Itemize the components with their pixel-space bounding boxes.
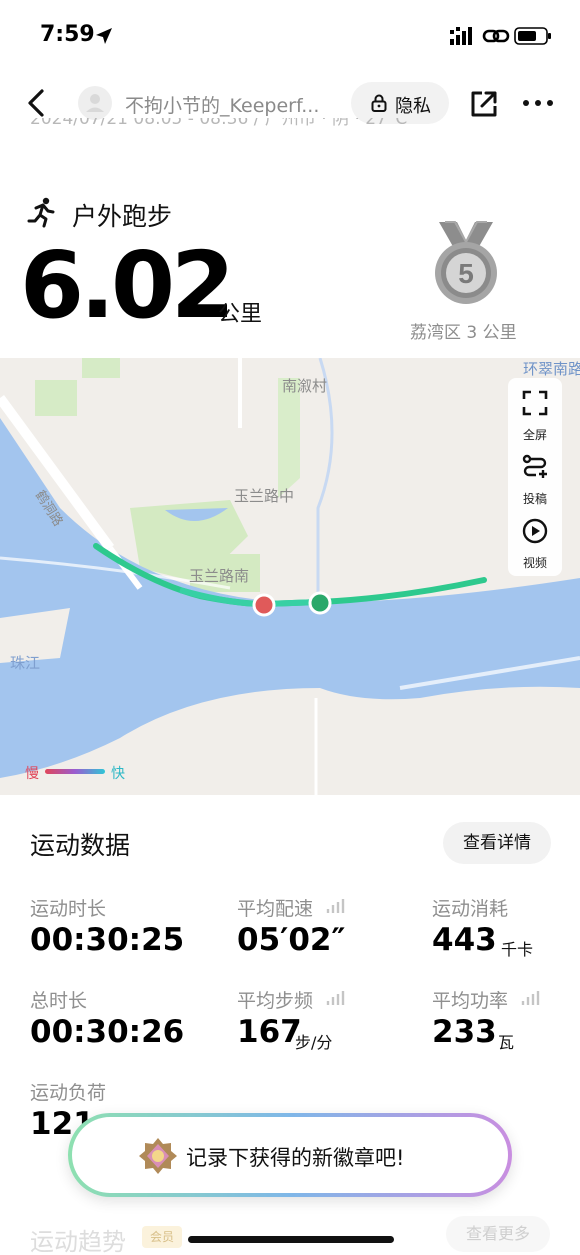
chart-bars-icon[interactable] (326, 898, 346, 914)
medal-caption: 荔湾区 3 公里 (410, 323, 517, 343)
route-map[interactable]: 南溆村 环翠南路 玉兰路中 玉兰路南 鹤洞路 珠江 全屏 投稿 视频 慢 快 (0, 358, 580, 795)
stat-label-total-duration: 总时长 (30, 990, 88, 1012)
fullscreen-label: 全屏 (522, 428, 547, 442)
stat-value-duration: 00:30:25 (30, 922, 185, 958)
route-upload-label: 投稿 (522, 492, 547, 506)
video-label: 视频 (522, 556, 547, 570)
pace-legend-bar (45, 769, 105, 774)
stat-value-calories: 443 (432, 922, 497, 958)
user-name[interactable]: 不拘小节的_Keeperf... (125, 91, 345, 118)
share-icon[interactable] (468, 88, 500, 120)
medal-number: 5 (458, 258, 474, 289)
map-label-river: 珠江 (10, 654, 41, 672)
view-more-button[interactable]: 查看更多 (446, 1216, 550, 1252)
badge-icon (139, 1138, 177, 1174)
cellular-signal-icon (450, 27, 472, 45)
stat-value-power: 233 (432, 1014, 497, 1050)
medal-icon[interactable]: 5 (433, 220, 499, 308)
map-toolbar: 全屏 投稿 视频 (508, 378, 562, 576)
back-arrow-icon[interactable] (20, 86, 54, 120)
stat-label-duration: 运动时长 (30, 898, 107, 920)
trend-title: 运动趋势 (30, 1228, 126, 1255)
stat-value-pace: 05′02″ (237, 922, 346, 958)
map-label-huancui: 环翠南路 (523, 360, 580, 378)
status-time: 7:59 (40, 22, 95, 47)
location-arrow-icon (96, 28, 112, 44)
distance-value: 6.02 (20, 232, 235, 339)
link-icon (482, 29, 510, 43)
banner-text: 记录下获得的新徽章吧! (186, 1146, 405, 1170)
map-label-nanqincun: 南溆村 (282, 377, 328, 395)
lock-icon (371, 94, 387, 112)
end-marker (308, 591, 332, 615)
new-badge-banner[interactable]: 记录下获得的新徽章吧! (68, 1113, 512, 1197)
fullscreen-button[interactable]: 全屏 (508, 382, 562, 444)
sub-info-text: 2024/07/21 08:05 - 08:36 / 广州市 · 阴 · 27°… (30, 118, 408, 129)
activity-type: 户外跑步 (72, 202, 173, 231)
map-label-yulan-zhong: 玉兰路中 (234, 487, 295, 505)
stat-value-total-duration: 00:30:26 (30, 1014, 185, 1050)
play-icon (522, 518, 548, 544)
stat-unit-cadence: 步/分 (295, 1033, 333, 1052)
chart-bars-icon[interactable] (521, 990, 541, 1006)
video-button[interactable]: 视频 (508, 510, 562, 572)
privacy-label: 隐私 (395, 96, 431, 117)
chart-bars-icon[interactable] (326, 990, 346, 1006)
stat-value-cadence: 167 (237, 1014, 302, 1050)
battery-icon (514, 27, 551, 45)
activity-sub-info: 2024/07/21 08:05 - 08:36 / 广州市 · 阴 · 27°… (30, 118, 550, 142)
stat-label-calories: 运动消耗 (432, 898, 509, 920)
map-base (0, 358, 580, 795)
distance-unit: 公里 (218, 302, 263, 327)
stat-label-load: 运动负荷 (30, 1082, 107, 1104)
stat-unit-calories: 千卡 (501, 940, 534, 959)
more-icon[interactable] (520, 88, 556, 118)
legend-fast-label: 快 (111, 766, 125, 782)
fullscreen-icon (522, 390, 548, 416)
stat-label-power: 平均功率 (432, 990, 509, 1012)
route-upload-icon (522, 454, 547, 478)
start-marker (252, 593, 276, 617)
map-label-yulan-nan: 玉兰路南 (189, 567, 250, 585)
stat-unit-power: 瓦 (498, 1033, 515, 1052)
route-upload-button[interactable]: 投稿 (508, 446, 562, 508)
stat-label-pace: 平均配速 (237, 898, 314, 920)
status-bar: 7:59 (0, 0, 580, 70)
view-details-button[interactable]: 查看详情 (443, 822, 551, 864)
stat-label-cadence: 平均步频 (237, 990, 314, 1012)
member-tag: 会员 (142, 1226, 182, 1248)
home-indicator[interactable] (188, 1236, 394, 1243)
avatar[interactable] (78, 86, 112, 120)
running-icon (27, 197, 55, 228)
stats-title: 运动数据 (30, 831, 131, 860)
banner-inner: 记录下获得的新徽章吧! (72, 1117, 508, 1193)
legend-slow-label: 慢 (25, 766, 39, 782)
